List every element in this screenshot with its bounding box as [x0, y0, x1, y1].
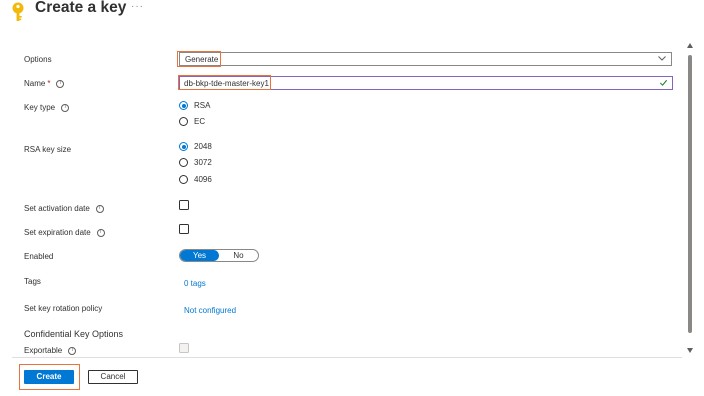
activation-date-label: Set activation date — [24, 204, 104, 213]
chevron-down-icon — [658, 56, 666, 61]
radio-button-selected[interactable] — [179, 142, 188, 151]
key-type-option-ec[interactable]: EC — [179, 117, 205, 126]
options-label-text: Options — [24, 55, 52, 64]
checkmark-icon — [659, 79, 668, 86]
enabled-no-option[interactable]: No — [219, 250, 258, 261]
enabled-label-text: Enabled — [24, 252, 54, 261]
rotation-policy-label: Set key rotation policy — [24, 304, 102, 313]
rotation-policy-label-text: Set key rotation policy — [24, 304, 103, 313]
key-type-option-label: EC — [194, 117, 206, 126]
options-highlight-box — [177, 51, 221, 67]
info-icon[interactable] — [56, 79, 65, 88]
rsa-size-option-2048[interactable]: 2048 — [179, 142, 212, 151]
info-icon[interactable] — [96, 228, 105, 237]
footer-divider — [12, 357, 682, 358]
tags-label: Tags — [24, 277, 41, 286]
activation-date-checkbox[interactable] — [179, 200, 189, 210]
options-dropdown[interactable]: Generate — [179, 52, 672, 66]
tags-label-text: Tags — [24, 277, 41, 286]
info-icon[interactable] — [95, 204, 104, 213]
rsa-size-option-label: 3072 — [194, 158, 212, 167]
radio-button[interactable] — [179, 117, 188, 126]
more-icon[interactable]: ··· — [131, 1, 144, 12]
key-type-label: Key type — [24, 103, 70, 112]
key-type-label-text: Key type — [24, 103, 56, 112]
options-label: Options — [24, 55, 52, 64]
scroll-up-icon[interactable] — [687, 43, 693, 48]
name-label-text: Name — [24, 79, 46, 88]
exportable-checkbox — [179, 343, 189, 353]
scroll-thumb[interactable] — [688, 55, 692, 333]
tags-link[interactable]: 0 tags — [184, 279, 206, 288]
required-asterisk: * — [47, 79, 51, 88]
vertical-scrollbar[interactable] — [685, 43, 695, 355]
exportable-label-text: Exportable — [24, 346, 63, 355]
enabled-yes-option[interactable]: Yes — [180, 250, 219, 261]
rsa-key-size-label-text: RSA key size — [24, 145, 72, 154]
rotation-policy-link[interactable]: Not configured — [184, 306, 236, 315]
rsa-size-option-label: 4096 — [194, 175, 212, 184]
exportable-label: Exportable — [24, 346, 77, 355]
radio-button[interactable] — [179, 175, 188, 184]
rsa-size-option-3072[interactable]: 3072 — [179, 158, 212, 167]
radio-button-selected[interactable] — [179, 101, 188, 110]
enabled-label: Enabled — [24, 252, 53, 261]
rsa-key-size-label: RSA key size — [24, 145, 71, 154]
info-icon[interactable] — [68, 346, 77, 355]
key-icon — [12, 2, 24, 21]
confidential-key-options-heading: Confidential Key Options — [24, 329, 124, 339]
page-title: Create a key — [35, 0, 127, 16]
rsa-size-option-4096[interactable]: 4096 — [179, 175, 212, 184]
rsa-size-option-label: 2048 — [194, 142, 212, 151]
key-type-option-label: RSA — [194, 101, 211, 110]
expiration-date-label-text: Set expiration date — [24, 228, 91, 237]
radio-button[interactable] — [179, 158, 188, 167]
activation-date-label-text: Set activation date — [24, 204, 90, 213]
cancel-button[interactable]: Cancel — [88, 370, 138, 384]
info-icon[interactable] — [61, 103, 70, 112]
expiration-date-label: Set expiration date — [24, 228, 105, 237]
enabled-toggle[interactable]: Yes No — [179, 249, 259, 262]
create-highlight-box — [19, 364, 80, 390]
name-label: Name * — [24, 79, 65, 88]
name-highlight-box — [178, 75, 271, 90]
scroll-down-icon[interactable] — [687, 348, 693, 353]
expiration-date-checkbox[interactable] — [179, 224, 189, 234]
key-type-option-rsa[interactable]: RSA — [179, 101, 210, 110]
